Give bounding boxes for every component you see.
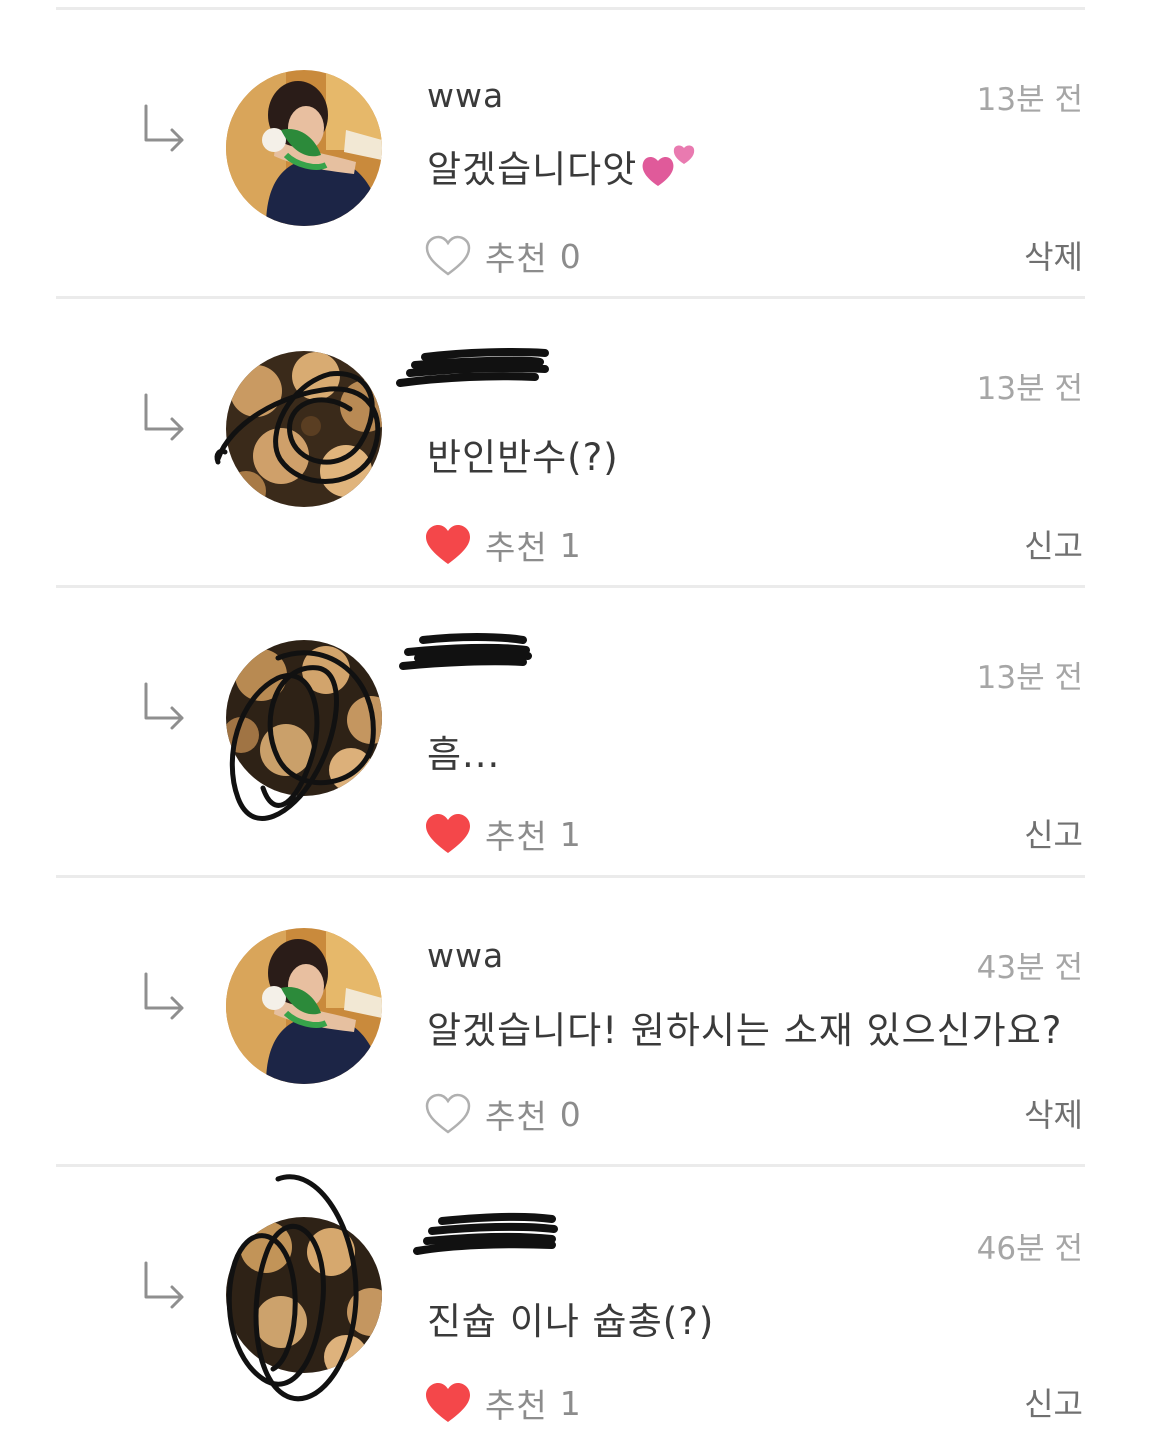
like-label: 추천 xyxy=(485,1097,548,1136)
comment-text: 알겠습니다! 원하시는 소재 있으신가요? xyxy=(427,1009,1063,1052)
like-count: 1 xyxy=(559,525,581,565)
comment-text: 반인반수(?) xyxy=(427,436,619,479)
comment-message: 진슙 이나 슙총(?) xyxy=(427,1291,714,1345)
timestamp: 43분 전 xyxy=(976,950,1083,986)
like-label: 추천 xyxy=(485,1386,548,1425)
timestamp: 13분 전 xyxy=(976,660,1083,696)
scribble-redaction xyxy=(396,348,549,387)
timestamp: 13분 전 xyxy=(976,82,1083,118)
like-button[interactable]: 추천 0 xyxy=(425,1090,581,1138)
like-count: 1 xyxy=(559,1383,581,1423)
avatar[interactable] xyxy=(226,640,382,796)
heart-filled-icon xyxy=(426,525,470,564)
like-label: 추천 xyxy=(485,239,548,278)
report-button[interactable]: 신고 xyxy=(1024,521,1083,567)
like-label: 추천 xyxy=(485,528,548,567)
delete-button[interactable]: 삭제 xyxy=(1024,232,1083,278)
avatar[interactable] xyxy=(226,928,382,1084)
comment-item: wwa 43분 전 알겠습니다! 원하시는 소재 있으신가요? 추천 0 삭제 xyxy=(0,878,1155,1164)
like-button[interactable]: 추천 1 xyxy=(425,1379,581,1427)
person-avatar-image xyxy=(226,70,382,226)
comment-text: 진슙 이나 슙총(?) xyxy=(427,1300,715,1343)
reply-arrow-icon xyxy=(144,104,184,152)
avatar[interactable] xyxy=(226,1217,382,1373)
heart-filled-icon xyxy=(426,1383,470,1422)
flowers-avatar-image xyxy=(226,351,382,507)
scribble-redaction xyxy=(413,1212,558,1255)
scribble-redaction xyxy=(399,633,532,670)
avatar[interactable] xyxy=(226,351,382,507)
like-label: 추천 xyxy=(485,817,548,856)
like-count: 0 xyxy=(559,1094,581,1134)
reply-arrow-icon xyxy=(144,682,184,730)
like-button[interactable]: 추천 1 xyxy=(425,810,581,858)
like-count: 1 xyxy=(559,814,581,854)
comment-text: 흠... xyxy=(427,733,501,776)
flowers-avatar-image xyxy=(226,1217,382,1373)
flowers-avatar-image xyxy=(226,640,382,796)
like-button[interactable]: 추천 0 xyxy=(425,232,581,280)
comment-message: 흠... xyxy=(427,724,500,778)
timestamp: 46분 전 xyxy=(976,1231,1083,1267)
delete-button[interactable]: 삭제 xyxy=(1024,1090,1083,1136)
comment-item: wwa 13분 전 알겠습니다앗 추천 0 삭제 xyxy=(0,10,1155,296)
avatar[interactable] xyxy=(226,70,382,226)
like-button[interactable]: 추천 1 xyxy=(425,521,581,569)
comment-message: 반인반수(?) xyxy=(427,427,619,481)
username[interactable]: wwa xyxy=(427,76,504,115)
comment-message: 알겠습니다! 원하시는 소재 있으신가요? xyxy=(427,1000,1062,1054)
report-button[interactable]: 신고 xyxy=(1024,810,1083,856)
reply-arrow-icon xyxy=(144,972,184,1020)
heart-outline-icon xyxy=(425,235,471,276)
comment-item: 13분 전 반인반수(?) 추천 1 신고 xyxy=(0,299,1155,585)
reply-arrow-icon xyxy=(144,393,184,441)
like-count: 0 xyxy=(559,236,581,276)
reply-arrow-icon xyxy=(144,1261,184,1309)
report-button[interactable]: 신고 xyxy=(1024,1379,1083,1425)
timestamp: 13분 전 xyxy=(976,371,1083,407)
person-avatar-image xyxy=(226,928,382,1084)
comment-message: 알겠습니다앗 xyxy=(427,138,697,193)
username[interactable]: wwa xyxy=(427,936,504,975)
comment-list: wwa 13분 전 알겠습니다앗 추천 0 삭제 13분 전 반인반수(?) 추… xyxy=(0,0,1155,1451)
comment-item: 13분 전 흠... 추천 1 신고 xyxy=(0,588,1155,874)
pink-hearts-emoji-icon xyxy=(642,145,695,186)
heart-outline-icon xyxy=(425,1093,471,1134)
comment-item: 46분 전 진슙 이나 슙총(?) 추천 1 신고 xyxy=(0,1167,1155,1451)
comment-text: 알겠습니다앗 xyxy=(427,148,638,191)
heart-filled-icon xyxy=(426,814,470,853)
